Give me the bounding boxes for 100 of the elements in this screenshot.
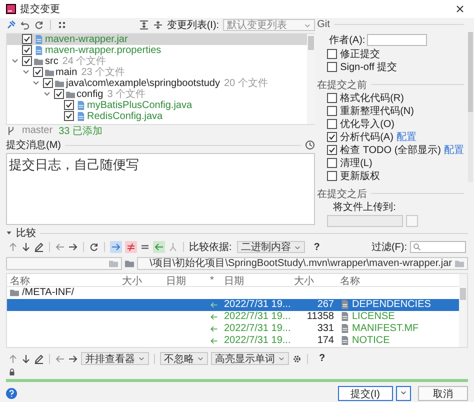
table-cell: MANIFEST.MF (352, 323, 419, 334)
checkbox[interactable] (327, 158, 338, 168)
checkbox[interactable] (64, 111, 74, 122)
undo-icon[interactable] (20, 20, 30, 30)
file-name: RedisConfig.java (87, 110, 163, 122)
commit-button[interactable]: 提交(I) (338, 386, 393, 401)
file-icon (340, 324, 349, 334)
table-row[interactable]: 2022/7/31 19... 11358 LICENSE (7, 310, 459, 323)
checkbox[interactable] (22, 56, 32, 66)
help-button[interactable]: ? (319, 353, 326, 364)
column-header[interactable]: * (207, 275, 221, 286)
column-header[interactable]: 大小 (119, 274, 163, 288)
settings-icon[interactable] (292, 354, 302, 364)
down-arrow-icon[interactable] (21, 354, 31, 364)
tree-row[interactable]: RedisConfig.java (7, 110, 308, 122)
tree-row[interactable]: java\com\example\springbootstudy 20 个文件 (7, 78, 308, 89)
checkbox[interactable] (22, 45, 32, 56)
compare-by-dropdown[interactable]: 二进制内容 (236, 241, 305, 254)
left-arrow-icon (210, 312, 218, 321)
left-arrow-icon (210, 300, 218, 309)
checkbox[interactable] (327, 106, 338, 116)
table-row[interactable]: 2022/7/31 19... 331 MANIFEST.MF (7, 322, 459, 335)
lock-icon[interactable] (9, 368, 15, 376)
checkbox[interactable] (43, 78, 53, 88)
option-label: 分析代码(A) (340, 130, 394, 144)
collapse-all-icon[interactable] (152, 20, 163, 30)
table-cell: NOTICE (352, 335, 390, 346)
scrollbar-thumb[interactable] (468, 32, 473, 112)
expand-all-icon[interactable] (138, 20, 149, 30)
scrollbar-thumb[interactable] (308, 36, 314, 50)
edit-icon[interactable] (34, 354, 44, 364)
tree-row[interactable]: myBatisPlusConfig.java (7, 100, 308, 111)
down-arrow-icon[interactable] (21, 242, 31, 252)
checkbox[interactable] (327, 145, 338, 156)
column-header[interactable]: 日期 (163, 274, 207, 288)
checkbox[interactable] (327, 132, 338, 142)
highlight-dropdown[interactable]: 高亮显示单词 (211, 352, 289, 366)
file-name: src (45, 56, 58, 67)
caret-icon (197, 355, 204, 362)
search-icon (413, 243, 421, 252)
checkbox[interactable] (327, 62, 338, 72)
not-equal-icon[interactable] (125, 241, 137, 254)
file-name: config (76, 88, 104, 100)
checkbox[interactable] (327, 49, 338, 60)
ignore-dropdown[interactable]: 不忽略 (160, 352, 208, 366)
cancel-button[interactable]: 取消 (418, 386, 468, 401)
table-row[interactable]: 2022/7/31 19... 174 NOTICE (7, 334, 459, 347)
table-row[interactable]: /META-INF/ (7, 286, 459, 299)
checkbox[interactable] (327, 119, 338, 130)
column-header[interactable]: 日期 (221, 274, 291, 288)
changelist-label: 变更列表(I): (166, 18, 220, 32)
tree-row[interactable]: src 24 个文件 (7, 56, 308, 67)
refresh-icon[interactable] (34, 20, 44, 30)
section-title: 在提交之后 (317, 188, 368, 201)
configure-link[interactable]: 配置 (444, 143, 464, 158)
commit-message-field[interactable]: 提交日志，自己随便写 (6, 152, 316, 225)
expand-arrow-icon[interactable] (6, 230, 12, 236)
tree-row[interactable]: config 3 个文件 (7, 88, 308, 100)
column-header[interactable]: 名称 (337, 274, 459, 288)
file-name: java\com\example\springbootstudy (66, 78, 220, 89)
commit-options-button[interactable] (396, 386, 411, 401)
right-arrow-icon[interactable] (68, 242, 78, 252)
help-icon[interactable] (6, 388, 17, 399)
column-header[interactable]: 大小 (291, 274, 337, 288)
checkbox[interactable] (32, 67, 42, 78)
option-label: 优化导入(O) (340, 118, 395, 132)
table-row[interactable]: 2022/7/31 19... 267 DEPENDENCIES (7, 298, 459, 311)
close-icon[interactable] (456, 4, 464, 13)
right-arrow-icon[interactable] (68, 354, 78, 364)
file-icon (34, 46, 43, 55)
file-count: 23 个文件 (81, 66, 126, 78)
table-cell-text: 331 (316, 323, 335, 334)
tree-row[interactable]: maven-wrapper.properties (7, 44, 308, 56)
scrollbar-thumb[interactable] (460, 288, 466, 300)
filter-field[interactable] (410, 241, 466, 254)
checkbox[interactable] (64, 100, 74, 110)
refresh-icon[interactable] (89, 242, 99, 252)
right-arrow-icon[interactable] (110, 241, 122, 254)
history-icon[interactable] (305, 140, 316, 150)
path-field[interactable]: \项目\初始化项目\SpringBootStudy\.mvn\wrapper\maven-wrapper.jar (137, 256, 468, 270)
checkbox[interactable] (327, 93, 338, 104)
file-icon (76, 100, 85, 110)
help-button[interactable]: ? (314, 242, 320, 253)
checkbox[interactable] (54, 89, 64, 100)
tree-row[interactable]: main 23 个文件 (7, 66, 308, 78)
author-field[interactable] (367, 34, 428, 46)
viewer-dropdown[interactable]: 并排查看器 (81, 352, 149, 366)
path-field[interactable] (6, 256, 122, 270)
checkbox[interactable] (22, 34, 32, 44)
edit-icon[interactable] (34, 242, 44, 252)
added-count: 33 已添加 (58, 124, 102, 138)
checkbox[interactable] (327, 171, 338, 182)
file-count: 20 个文件 (224, 76, 268, 90)
group-icon[interactable] (57, 20, 67, 30)
file-icon (340, 312, 349, 322)
configure-link[interactable]: 配置 (396, 130, 416, 144)
pin-icon[interactable] (6, 20, 16, 30)
column-header[interactable]: 名称 (7, 274, 119, 288)
file-name: main (56, 66, 78, 78)
upload-label: 将文件上传到: (333, 200, 396, 214)
